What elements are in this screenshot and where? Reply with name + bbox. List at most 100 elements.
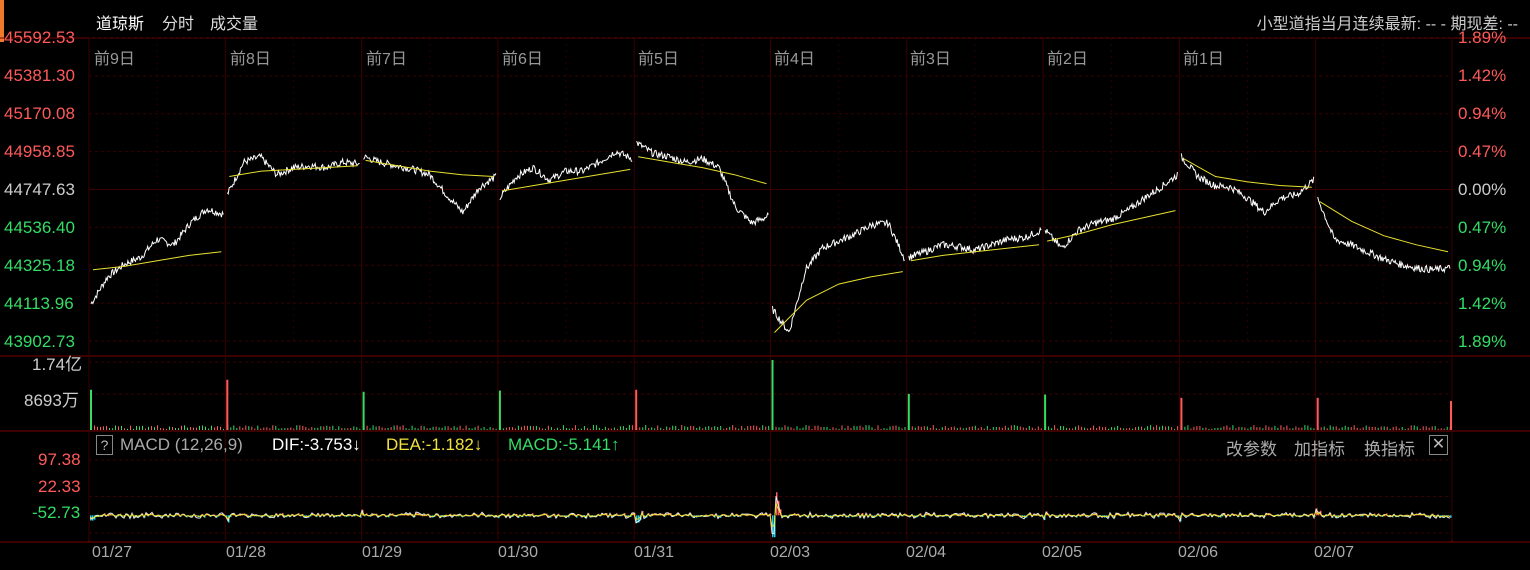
volume-bar xyxy=(1313,428,1315,430)
volume-bar xyxy=(1238,426,1240,430)
volume-bar xyxy=(1001,427,1003,430)
volume-bar xyxy=(911,426,913,430)
volume-bar xyxy=(272,425,274,430)
volume-bar xyxy=(935,428,937,430)
volume-bar xyxy=(583,425,585,430)
volume-bar xyxy=(717,426,719,430)
volume-bar xyxy=(1304,425,1306,430)
volume-bar xyxy=(832,427,834,430)
volume-bar xyxy=(1386,426,1388,430)
volume-bar xyxy=(1389,428,1391,430)
volume-bar xyxy=(574,425,576,430)
volume-bar xyxy=(938,428,940,430)
date-label-0131: 01/31 xyxy=(634,544,675,561)
volume-bar xyxy=(693,426,695,430)
volume-bar xyxy=(645,425,647,430)
volume-bar xyxy=(293,428,295,430)
volume-bar xyxy=(1135,427,1137,430)
volume-bar xyxy=(1338,428,1340,430)
volume-bar xyxy=(1187,425,1189,430)
volume-bar xyxy=(950,426,952,430)
volume-bar xyxy=(214,427,215,430)
volume-bar xyxy=(1377,427,1379,430)
volume-bar xyxy=(1332,426,1334,430)
volume-bar xyxy=(874,428,876,430)
day-label-8: 前8日 xyxy=(230,51,271,68)
volume-bar xyxy=(1298,427,1300,430)
pct-label-2: 1.42% xyxy=(1458,66,1507,85)
volume-bar xyxy=(1199,426,1201,430)
volume-bar xyxy=(1446,426,1448,430)
volume-bar xyxy=(1416,426,1418,430)
volume-bar xyxy=(260,428,262,430)
volume-bar xyxy=(1168,426,1170,430)
volume-bar xyxy=(1443,428,1445,430)
volume-bar xyxy=(387,428,389,430)
volume-bar xyxy=(420,425,422,430)
close-icon[interactable]: ✕ xyxy=(1429,435,1448,455)
volume-bar xyxy=(1320,427,1322,430)
change-params-button[interactable]: 改参数 xyxy=(1226,435,1277,460)
volume-bar xyxy=(892,425,894,430)
price-label-4: 44958.85 xyxy=(4,142,75,161)
volume-bar xyxy=(932,425,934,430)
volume-bar xyxy=(1323,426,1325,430)
volume-bar xyxy=(115,425,116,430)
volume-bar xyxy=(914,427,916,430)
macd-axis-top: 97.38 xyxy=(38,450,81,469)
volume-bar xyxy=(1310,427,1312,430)
volume-bar xyxy=(1081,426,1083,430)
volume-bar xyxy=(959,427,961,430)
help-icon[interactable]: ? xyxy=(96,435,113,455)
volume-bar xyxy=(1031,427,1033,430)
volume-bar xyxy=(290,427,292,430)
volume-bar xyxy=(1084,427,1086,430)
volume-bar xyxy=(514,428,516,430)
volume-bar xyxy=(898,426,900,430)
volume-bar xyxy=(1072,428,1074,430)
volume-bar xyxy=(711,427,713,430)
volume-bar xyxy=(393,425,395,430)
volume-bar xyxy=(956,428,958,430)
volume-bar xyxy=(669,427,671,430)
volume-bar xyxy=(595,425,597,430)
add-indicator-button[interactable]: 加指标 xyxy=(1294,435,1345,460)
day-label-3: 前3日 xyxy=(910,51,951,68)
volume-bar xyxy=(505,427,507,430)
volume-bar xyxy=(1359,428,1361,430)
volume-bar xyxy=(266,427,268,430)
date-label-0204: 02/04 xyxy=(906,544,947,561)
volume-bar xyxy=(904,426,906,430)
volume-bar xyxy=(986,426,988,430)
volume-spike-01/28 xyxy=(226,379,229,430)
volume-bar xyxy=(1244,427,1246,430)
volume-bar xyxy=(196,427,197,430)
volume-bar xyxy=(1129,428,1131,430)
volume-bar xyxy=(1040,428,1042,430)
volume-bar xyxy=(263,427,265,430)
volume-bar xyxy=(628,425,630,430)
volume-bar xyxy=(178,428,179,430)
switch-indicator-button[interactable]: 换指标 xyxy=(1364,435,1415,460)
volume-bar xyxy=(793,428,795,430)
volume-bar xyxy=(1283,427,1285,430)
volume-bar xyxy=(338,426,340,430)
volume-bar xyxy=(699,426,701,430)
volume-bar xyxy=(1099,426,1101,430)
volume-bar xyxy=(1401,427,1403,430)
volume-bar xyxy=(356,427,358,430)
volume-bar xyxy=(1223,426,1225,430)
volume-bar xyxy=(799,428,801,430)
pct-label-1: 1.89% xyxy=(1458,28,1507,47)
volume-bar xyxy=(320,426,322,430)
volume-bar xyxy=(489,427,491,430)
volume-bar xyxy=(1007,427,1009,430)
volume-bar xyxy=(1022,427,1024,430)
pct-label-6: 0.47% xyxy=(1458,218,1507,237)
volume-bar xyxy=(1217,427,1219,430)
volume-bar xyxy=(1226,425,1228,430)
volume-bar xyxy=(802,427,804,430)
volume-bar xyxy=(1132,428,1134,430)
volume-bar xyxy=(753,425,755,430)
volume-bar xyxy=(1190,428,1192,430)
